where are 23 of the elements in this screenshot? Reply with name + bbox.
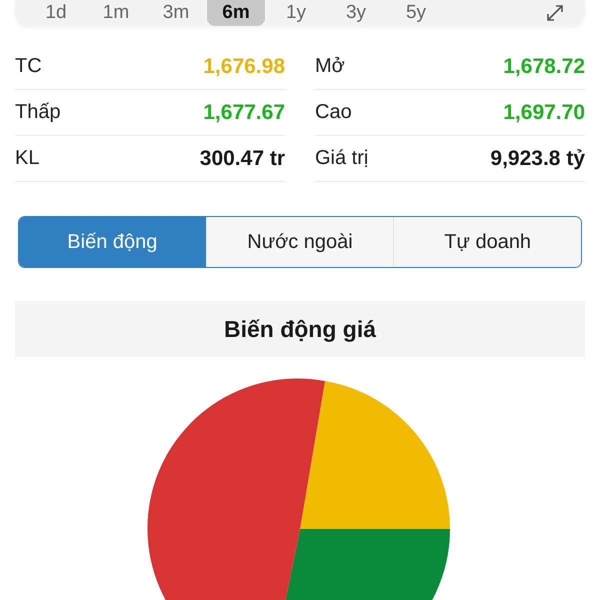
stat-value: 1,676.98	[203, 54, 285, 78]
period-tab[interactable]: 3m	[147, 0, 205, 26]
stat-label: Thấp	[15, 101, 61, 124]
stat-label: KL	[15, 147, 40, 170]
stat-value: 1,678.72	[503, 54, 585, 78]
period-tab[interactable]: 3y	[327, 0, 385, 26]
period-tab[interactable]: 1y	[267, 0, 325, 26]
stat-value: 9,923.8 tỷ	[490, 146, 585, 170]
stat-value: 1,677.67	[203, 100, 285, 124]
stat-label: Mở	[315, 55, 345, 78]
stat-label: Giá trị	[315, 147, 368, 170]
stat-label: TC	[15, 55, 42, 78]
stat-value: 1,697.70	[503, 100, 585, 124]
stat-label: Cao	[315, 101, 352, 124]
section-title: Biến động giá	[224, 316, 376, 342]
period-tab[interactable]: 5y	[387, 0, 445, 26]
period-tab[interactable]: 1d	[27, 0, 85, 26]
tab[interactable]: Tự doanh	[393, 217, 581, 267]
expand-icon[interactable]	[545, 3, 565, 23]
stat-value: 300.47 tr	[200, 146, 285, 170]
period-tab[interactable]: 1m	[87, 0, 145, 26]
tab[interactable]: Biến động	[19, 217, 206, 267]
period-tab[interactable]: 6m	[207, 0, 265, 26]
